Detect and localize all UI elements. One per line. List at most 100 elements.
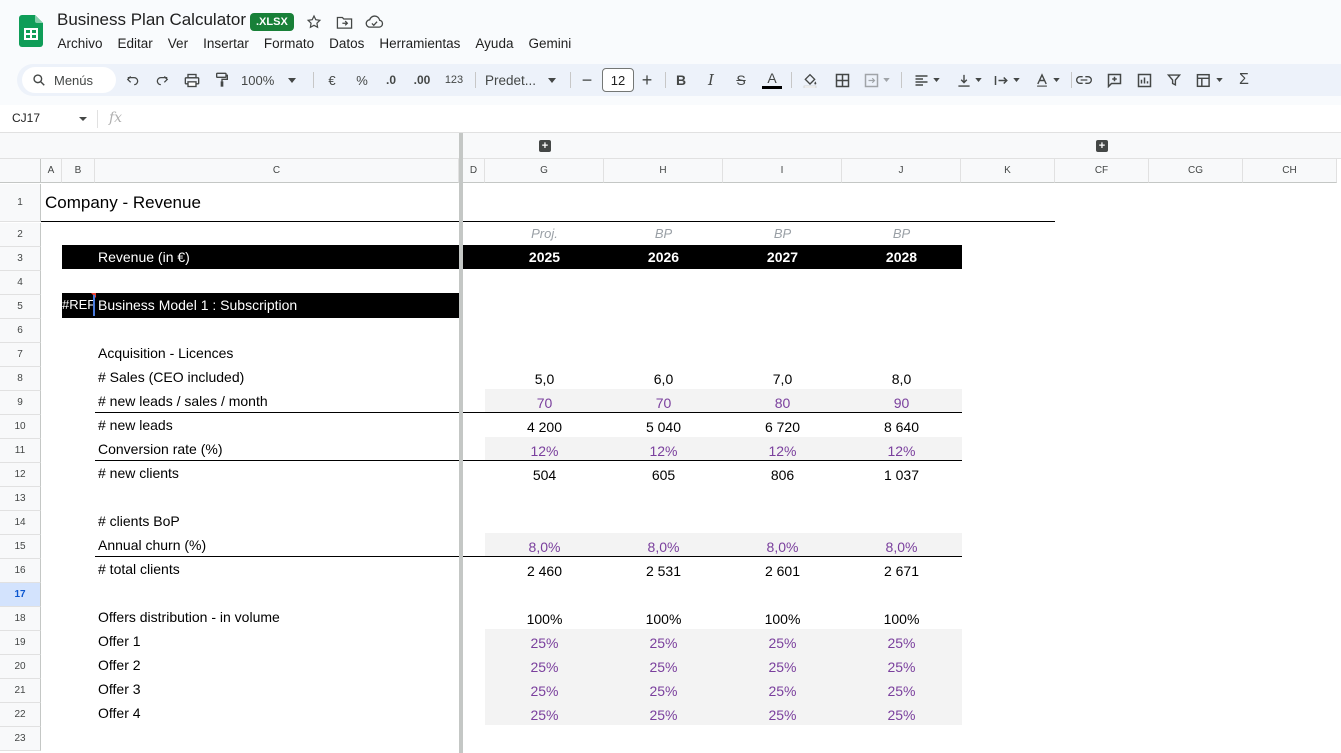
value-offers-dist[interactable]: 100% xyxy=(723,611,842,627)
value-offers-dist[interactable]: 100% xyxy=(485,611,604,627)
value-sales[interactable]: 7,0 xyxy=(723,371,842,387)
more-formats-button[interactable]: 123 xyxy=(441,64,467,96)
row-header-15[interactable]: 15 xyxy=(0,535,41,559)
menu-editar[interactable]: Editar xyxy=(110,35,160,52)
menu-datos[interactable]: Datos xyxy=(322,35,372,52)
decrease-font-size-button[interactable]: − xyxy=(577,64,597,96)
menu-ayuda[interactable]: Ayuda xyxy=(468,35,521,52)
functions-icon[interactable]: Σ xyxy=(1233,64,1255,96)
value-new-clients[interactable]: 605 xyxy=(604,467,723,483)
increase-decimal-button[interactable]: .00 xyxy=(409,64,435,96)
row-header-3[interactable]: 3 xyxy=(0,247,41,271)
percent-format-button[interactable]: % xyxy=(351,64,373,96)
undo-icon[interactable] xyxy=(122,64,144,96)
value-total-clients[interactable]: 2 601 xyxy=(723,563,842,579)
column-header-j[interactable]: J xyxy=(842,159,961,183)
column-header-b[interactable]: B xyxy=(62,159,95,183)
value-offers-dist[interactable]: 100% xyxy=(842,611,961,627)
value-new-leads-per-sale[interactable]: 80 xyxy=(723,395,842,411)
row-header-19[interactable]: 19 xyxy=(0,631,41,655)
value-total-clients[interactable]: 2 531 xyxy=(604,563,723,579)
cloud-saved-icon[interactable] xyxy=(364,12,384,32)
row-header-16[interactable]: 16 xyxy=(0,559,41,583)
value-offer1[interactable]: 25% xyxy=(842,635,961,651)
column-header-i[interactable]: I xyxy=(723,159,842,183)
row-header-18[interactable]: 18 xyxy=(0,607,41,631)
value-new-leads[interactable]: 6 720 xyxy=(723,419,842,435)
menus-search-button[interactable]: Menús xyxy=(22,67,116,93)
italic-button[interactable]: I xyxy=(701,64,721,96)
spreadsheet-grid[interactable]: + + A B C D G H I J K CF CG CH 1 2345678… xyxy=(0,133,1341,753)
value-new-leads-per-sale[interactable]: 70 xyxy=(604,395,723,411)
value-conversion[interactable]: 12% xyxy=(485,443,604,459)
value-offer3[interactable]: 25% xyxy=(485,683,604,699)
redo-icon[interactable] xyxy=(151,64,173,96)
row-header-8[interactable]: 8 xyxy=(0,367,41,391)
column-header-d[interactable]: D xyxy=(463,159,485,183)
text-wrap-icon[interactable] xyxy=(989,64,1025,96)
menu-ver[interactable]: Ver xyxy=(160,35,195,52)
value-offer1[interactable]: 25% xyxy=(485,635,604,651)
value-churn[interactable]: 8,0% xyxy=(604,539,723,555)
value-new-leads-per-sale[interactable]: 90 xyxy=(842,395,961,411)
value-offer2[interactable]: 25% xyxy=(723,659,842,675)
value-new-leads-per-sale[interactable]: 70 xyxy=(485,395,604,411)
star-icon[interactable] xyxy=(304,12,324,32)
row-header-2[interactable]: 2 xyxy=(0,223,41,247)
row-header-11[interactable]: 11 xyxy=(0,439,41,463)
value-sales[interactable]: 8,0 xyxy=(842,371,961,387)
column-header-g[interactable]: G xyxy=(485,159,604,183)
value-new-leads[interactable]: 5 040 xyxy=(604,419,723,435)
menu-insertar[interactable]: Insertar xyxy=(196,35,257,52)
value-total-clients[interactable]: 2 671 xyxy=(842,563,961,579)
column-header-c[interactable]: C xyxy=(95,159,459,183)
column-header-k[interactable]: K xyxy=(961,159,1055,183)
currency-format-button[interactable]: € xyxy=(321,64,343,96)
value-sales[interactable]: 5,0 xyxy=(485,371,604,387)
column-header-cg[interactable]: CG xyxy=(1149,159,1243,183)
insert-link-icon[interactable] xyxy=(1073,64,1095,96)
row-header-20[interactable]: 20 xyxy=(0,655,41,679)
document-title[interactable]: Business Plan Calculator xyxy=(57,10,246,30)
menu-herramientas[interactable]: Herramientas xyxy=(372,35,468,52)
value-conversion[interactable]: 12% xyxy=(604,443,723,459)
value-offer4[interactable]: 25% xyxy=(485,707,604,723)
sheets-logo-icon[interactable] xyxy=(19,15,43,47)
font-size-input[interactable]: 12 xyxy=(602,68,634,92)
strikethrough-button[interactable]: S xyxy=(731,64,751,96)
name-box[interactable]: CJ17 xyxy=(12,111,40,125)
row-header-23[interactable]: 23 xyxy=(0,727,41,751)
row-header-13[interactable]: 13 xyxy=(0,487,41,511)
row-header-7[interactable]: 7 xyxy=(0,343,41,367)
value-churn[interactable]: 8,0% xyxy=(723,539,842,555)
increase-font-size-button[interactable]: + xyxy=(637,64,657,96)
value-offer1[interactable]: 25% xyxy=(723,635,842,651)
value-offer2[interactable]: 25% xyxy=(485,659,604,675)
value-new-clients[interactable]: 504 xyxy=(485,467,604,483)
row-header-1[interactable]: 1 xyxy=(0,184,41,222)
expand-group-icon[interactable]: + xyxy=(539,140,551,152)
value-new-leads[interactable]: 8 640 xyxy=(842,419,961,435)
insert-chart-icon[interactable] xyxy=(1133,64,1155,96)
column-header-a[interactable]: A xyxy=(41,159,62,183)
text-color-button[interactable]: A xyxy=(761,64,783,96)
filter-icon[interactable] xyxy=(1163,64,1185,96)
value-offer2[interactable]: 25% xyxy=(842,659,961,675)
menu-archivo[interactable]: Archivo xyxy=(50,35,110,52)
value-sales[interactable]: 6,0 xyxy=(604,371,723,387)
menu-formato[interactable]: Formato xyxy=(256,35,321,52)
row-header-22[interactable]: 22 xyxy=(0,703,41,727)
column-header-ch[interactable]: CH xyxy=(1243,159,1337,183)
print-icon[interactable] xyxy=(181,64,203,96)
value-offer4[interactable]: 25% xyxy=(842,707,961,723)
value-conversion[interactable]: 12% xyxy=(842,443,961,459)
zoom-select[interactable]: 100% xyxy=(241,64,305,96)
row-header-4[interactable]: 4 xyxy=(0,271,41,295)
frozen-column-divider[interactable] xyxy=(459,133,463,753)
bold-button[interactable]: B xyxy=(671,64,691,96)
row-header-14[interactable]: 14 xyxy=(0,511,41,535)
text-rotation-icon[interactable] xyxy=(1029,64,1065,96)
horizontal-align-icon[interactable] xyxy=(909,64,945,96)
row-header-9[interactable]: 9 xyxy=(0,391,41,415)
value-new-clients[interactable]: 806 xyxy=(723,467,842,483)
